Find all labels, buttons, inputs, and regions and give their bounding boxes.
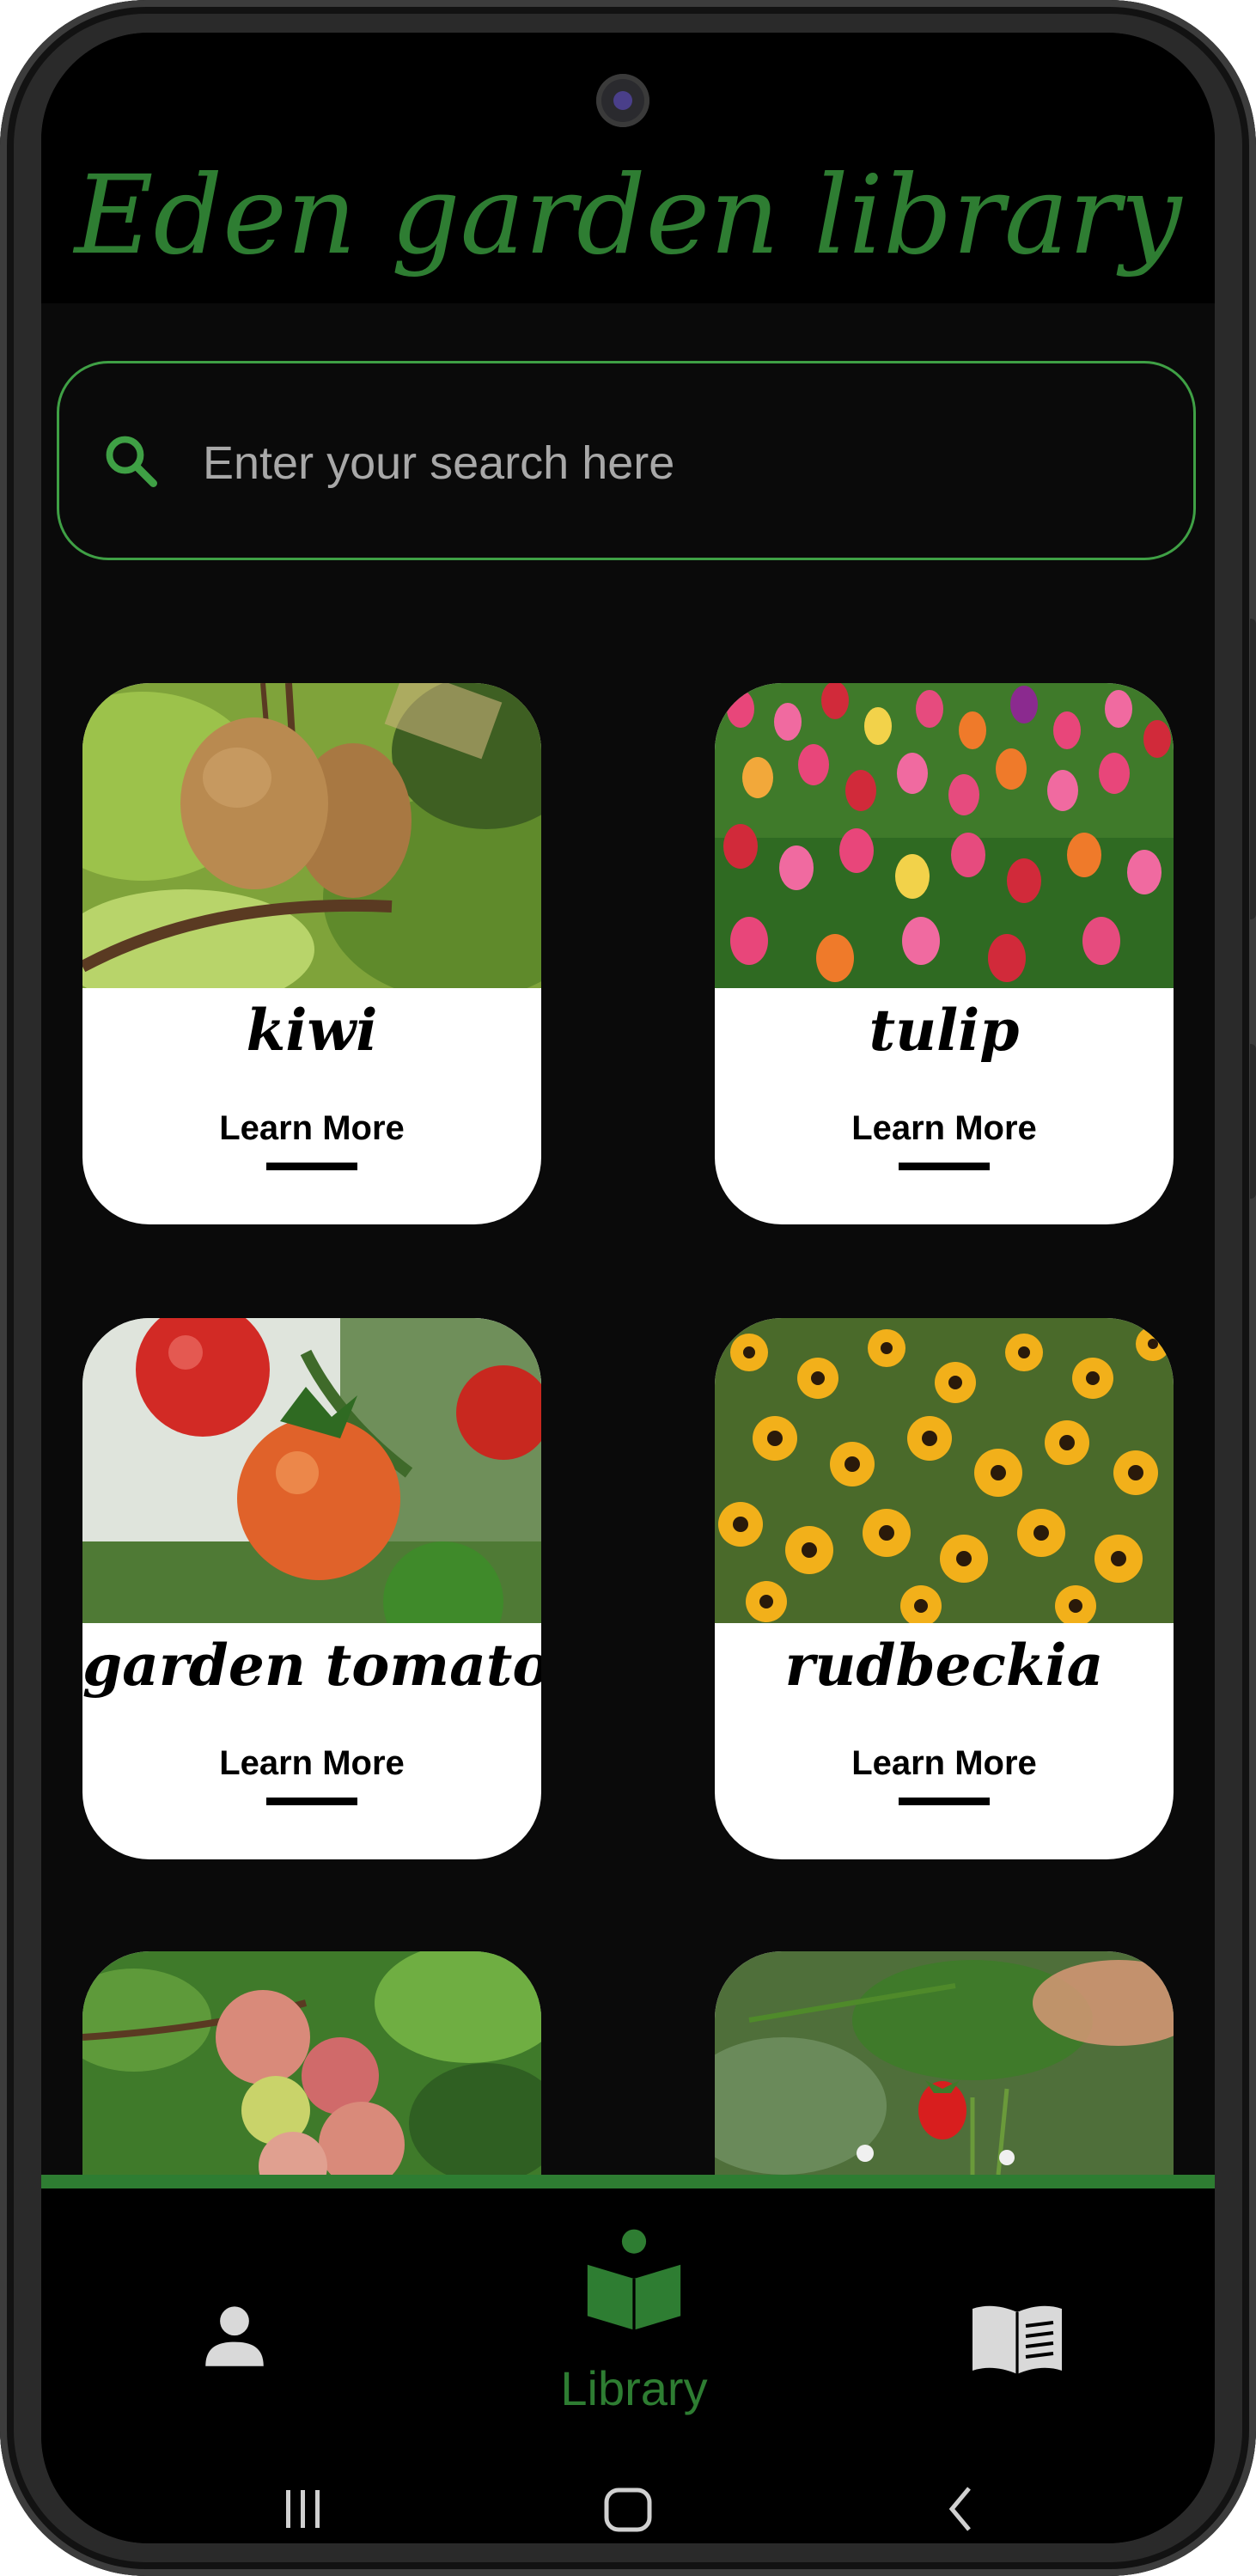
plant-card-apple[interactable] (82, 1951, 541, 2175)
power-button (1250, 1044, 1256, 1199)
tulip-image (715, 683, 1174, 988)
volume-button (1250, 619, 1256, 919)
search-bar[interactable] (57, 361, 1196, 560)
app-title: Eden garden library (74, 152, 1182, 278)
plant-name: garden tomato (82, 1632, 541, 1699)
kiwi-image (82, 683, 541, 988)
nav-library-label: Library (560, 2361, 708, 2415)
front-camera (596, 74, 649, 127)
library-reader-icon (587, 2229, 681, 2330)
plant-name: tulip (869, 997, 1020, 1064)
learn-more-label: Learn More (219, 1109, 405, 1147)
app-screen: Eden garden library kiwi Learn More (41, 33, 1215, 2543)
plant-card-rudbeckia[interactable]: rudbeckia Learn More (715, 1318, 1174, 1859)
learn-more-button[interactable]: Learn More (183, 1102, 441, 1175)
nav-book[interactable] (969, 2298, 1065, 2381)
learn-more-label: Learn More (851, 1109, 1037, 1147)
apple-image (82, 1951, 541, 2175)
plant-card-strawberry[interactable] (715, 1951, 1174, 2175)
search-input[interactable] (201, 424, 1149, 503)
person-icon (205, 2306, 264, 2366)
strawberry-image (715, 1951, 1174, 2175)
learn-more-button[interactable]: Learn More (815, 1102, 1073, 1175)
garden-tomato-image (82, 1318, 541, 1623)
book-icon (972, 2305, 1062, 2374)
plant-card-kiwi[interactable]: kiwi Learn More (82, 683, 541, 1224)
learn-more-label: Learn More (219, 1744, 405, 1782)
plant-name: kiwi (246, 997, 378, 1064)
nav-profile[interactable] (196, 2298, 273, 2376)
learn-more-button[interactable]: Learn More (815, 1737, 1073, 1810)
home-icon[interactable] (600, 2481, 656, 2538)
system-navigation (41, 2481, 1215, 2543)
plant-name: rudbeckia (784, 1632, 1104, 1699)
back-icon[interactable] (935, 2481, 986, 2533)
plant-card-garden-tomato[interactable]: garden tomato Learn More (82, 1318, 541, 1859)
learn-more-button[interactable]: Learn More (183, 1737, 441, 1810)
recent-apps-icon[interactable] (277, 2481, 329, 2533)
app-header: Eden garden library (41, 33, 1215, 303)
rudbeckia-image (715, 1318, 1174, 1623)
nav-library[interactable]: Library (540, 2223, 729, 2420)
learn-more-label: Learn More (851, 1744, 1037, 1782)
plant-card-tulip[interactable]: tulip Learn More (715, 683, 1174, 1224)
search-icon (106, 436, 157, 487)
